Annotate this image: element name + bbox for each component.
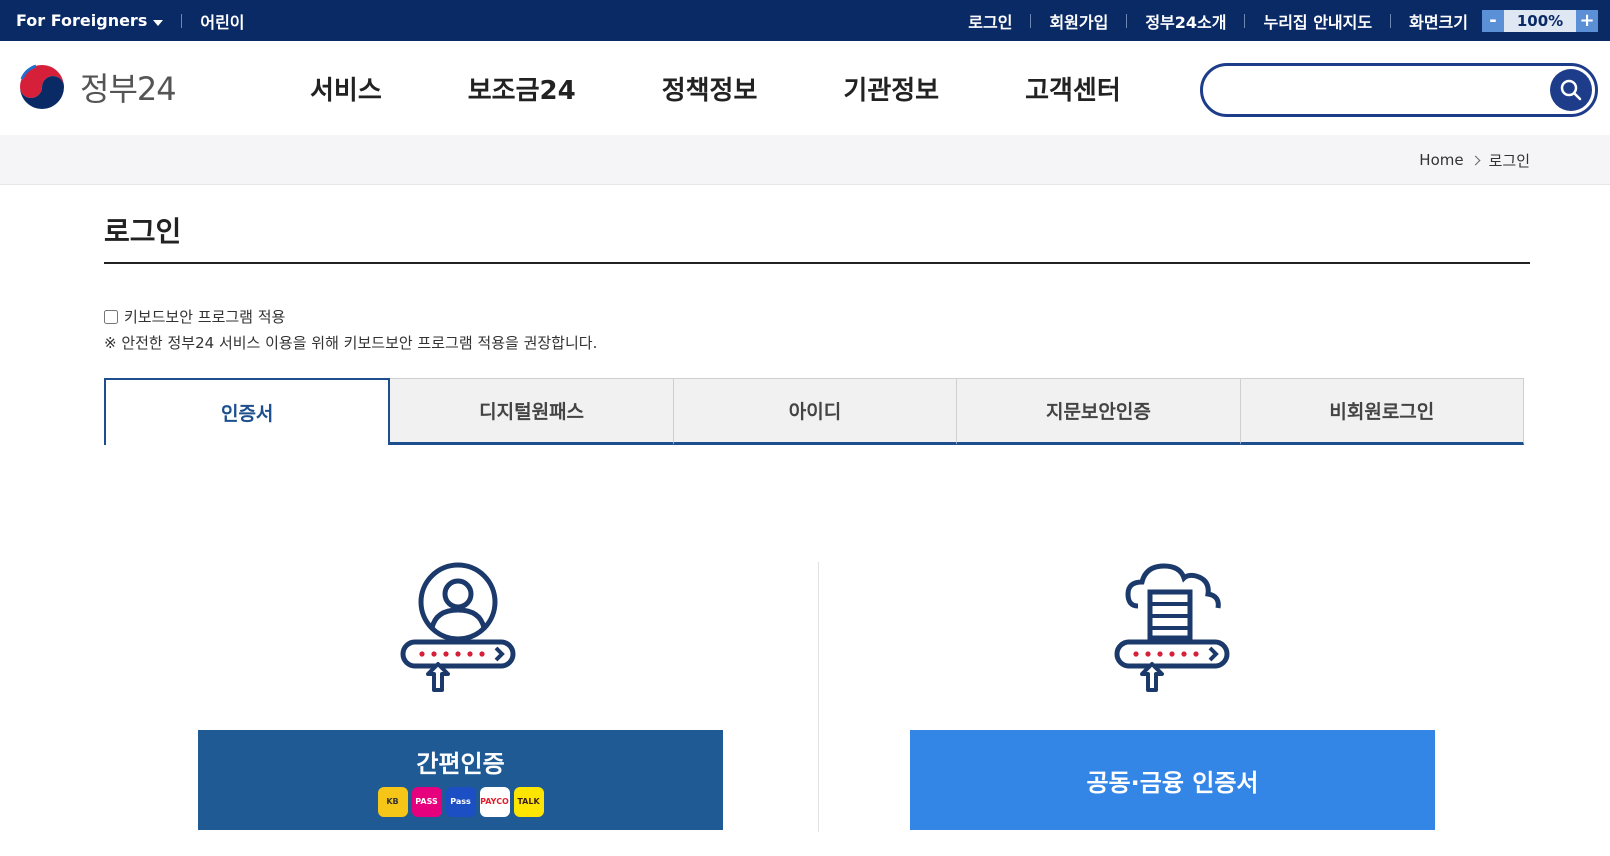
- chevron-down-icon: [153, 20, 164, 26]
- simple-auth-provider-logos: KB PASS Pass PAYCO TALK: [376, 786, 546, 817]
- site-logo[interactable]: 정부24: [16, 61, 177, 113]
- provider-logo-pass-icon: PASS: [411, 786, 442, 817]
- top-left-links: For Foreigners 어린이: [16, 0, 245, 41]
- top-right-links: 로그인 회원가입 정부24소개 누리집 안내지도 화면크기 - 100% +: [968, 0, 1598, 41]
- sitemap-link[interactable]: 누리집 안내지도: [1263, 9, 1372, 33]
- provider-logo-payco-icon: PAYCO: [479, 786, 510, 817]
- divider: [1030, 13, 1032, 28]
- breadcrumb-bar: Home 로그인: [0, 135, 1610, 185]
- title-divider: [104, 262, 1530, 264]
- divider: [181, 13, 183, 28]
- for-foreigners-dropdown[interactable]: For Foreigners: [16, 11, 164, 30]
- tab-fingerprint[interactable]: 지문보안인증: [957, 378, 1241, 445]
- chevron-right-icon: [1470, 155, 1481, 165]
- main-header: 정부24 서비스 보조금24 정책정보 기관정보 고객센터: [0, 41, 1610, 135]
- nav-item-subsidy24[interactable]: 보조금24: [468, 70, 576, 107]
- about-link[interactable]: 정부24소개: [1145, 9, 1226, 33]
- provider-logo-talk-icon: TALK: [513, 786, 544, 817]
- search-button[interactable]: [1550, 69, 1592, 111]
- login-method-tabs: 인증서 디지털원패스 아이디 지문보안인증 비회원로그인: [104, 378, 1525, 445]
- nav-item-services[interactable]: 서비스: [310, 70, 382, 107]
- zoom-value: 100%: [1504, 9, 1576, 32]
- kids-link[interactable]: 어린이: [200, 9, 244, 33]
- login-link[interactable]: 로그인: [968, 9, 1012, 33]
- breadcrumb-current: 로그인: [1488, 151, 1530, 170]
- keyboard-security-note: ※ 안전한 정부24 서비스 이용을 위해 키보드보안 프로그램 적용을 권장합…: [104, 334, 598, 352]
- breadcrumb-home[interactable]: Home: [1419, 151, 1463, 169]
- user-password-icon: [400, 562, 516, 692]
- search-icon: [1560, 79, 1582, 101]
- keyboard-security-label: 키보드보안 프로그램 적용: [124, 308, 286, 326]
- zoom-control: - 100% +: [1482, 9, 1598, 32]
- cloud-password-icon: [1114, 563, 1230, 692]
- zoom-in-button[interactable]: +: [1576, 9, 1598, 32]
- joint-financial-cert-button[interactable]: 공동·금융 인증서: [910, 730, 1435, 830]
- simple-auth-button[interactable]: 간편인증 KB PASS Pass PAYCO TALK: [198, 730, 723, 830]
- tab-id[interactable]: 아이디: [673, 378, 958, 445]
- page-title: 로그인: [104, 215, 182, 248]
- simple-auth-label: 간편인증: [416, 749, 505, 778]
- tab-digital-onepass[interactable]: 디지털원패스: [390, 378, 674, 445]
- provider-logo-kb-icon: KB: [377, 786, 408, 817]
- provider-logo-pass-icon: Pass: [445, 786, 476, 817]
- main-nav: 서비스 보조금24 정책정보 기관정보 고객센터: [310, 41, 1207, 135]
- zoom-label: 화면크기: [1409, 12, 1468, 32]
- divider: [1390, 13, 1392, 28]
- search-box: [1200, 63, 1598, 117]
- breadcrumb: Home 로그인: [1419, 135, 1530, 185]
- signup-link[interactable]: 회원가입: [1049, 9, 1108, 33]
- nav-item-policy[interactable]: 정책정보: [662, 70, 758, 107]
- zoom-out-button[interactable]: -: [1482, 9, 1504, 32]
- search-input[interactable]: [1219, 74, 1539, 106]
- keyboard-security-option[interactable]: 키보드보안 프로그램 적용: [104, 306, 285, 327]
- tab-certificate[interactable]: 인증서: [104, 378, 391, 445]
- nav-item-agency[interactable]: 기관정보: [843, 70, 939, 107]
- tab-guest-login[interactable]: 비회원로그인: [1240, 378, 1525, 445]
- divider: [1126, 13, 1128, 28]
- nav-item-support[interactable]: 고객센터: [1025, 70, 1121, 107]
- option-divider: [818, 562, 819, 832]
- top-utility-bar: For Foreigners 어린이 로그인 회원가입 정부24소개 누리집 안…: [0, 0, 1610, 41]
- taeguk-logo-icon: [17, 62, 67, 112]
- keyboard-security-checkbox[interactable]: [104, 309, 118, 324]
- divider: [1244, 13, 1246, 28]
- logo-text: 정부24: [80, 70, 177, 108]
